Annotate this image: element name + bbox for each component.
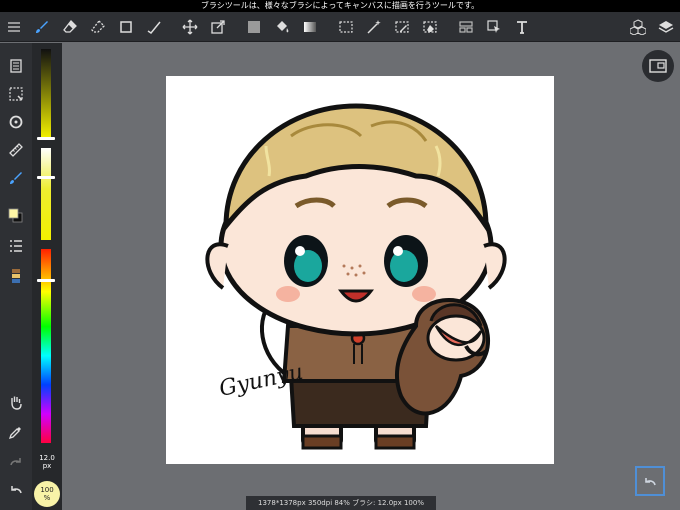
redo-icon [10,458,21,466]
brush-sliders: 12.0 px [32,43,62,510]
fullscreen-toggle-button[interactable] [642,50,674,82]
layers-icon [658,20,674,33]
rotate-button[interactable] [4,111,28,133]
hand-icon [11,396,22,410]
move-icon [182,19,198,34]
main-toolbar [0,12,680,42]
brush-size-readout: 12.0 px [34,454,60,470]
zoom-indicator[interactable]: 100 % [34,481,60,507]
document-icon [10,59,22,73]
select-icon [9,87,23,101]
brush-size-unit: px [42,462,52,470]
select-pen-icon [147,21,161,34]
gradient-icon [304,21,316,32]
brush-icon [10,172,22,184]
menu-button[interactable] [0,12,28,42]
fullscreen-icon [649,59,667,73]
panel-tool-button[interactable] [452,12,480,42]
hue-knob[interactable] [37,279,55,282]
rectangle-tool-button[interactable] [112,12,140,42]
select-eraser-icon [423,20,437,33]
fill-color-icon [248,20,260,33]
menu-icon [8,21,20,32]
undo-icon [11,486,22,494]
brush-size-value: 12.0 [39,454,55,462]
canvas-info-text: 1378*1378px 350dpi 84% ブラシ: 12.0px 100% [258,499,424,507]
zoom-value: 100 [40,486,54,494]
layer-list-button[interactable] [4,235,28,257]
color-swatch-button[interactable] [4,205,28,227]
list-icon [10,240,22,252]
drawing-canvas[interactable]: Gyunyu [166,76,554,464]
magic-wand-button[interactable] [360,12,388,42]
magic-wand-icon [367,19,381,34]
undo-button[interactable] [635,466,665,496]
undo-icon [645,478,656,486]
zoom-unit: % [43,494,51,502]
rect-select-icon [339,20,353,33]
layers-button[interactable] [652,12,680,42]
palette-icon [12,269,20,283]
brush-size-knob[interactable] [37,137,55,140]
bucket-icon [277,20,289,32]
rect-select-button[interactable] [332,12,360,42]
left-sidebar [0,43,32,510]
brush-icon [36,20,48,33]
rotate-icon [9,115,23,129]
transform-icon [211,19,225,34]
artwork-illustration: Gyunyu [205,103,507,450]
canvas-info-button[interactable] [4,55,28,77]
medibang-paint-app: ブラシツールは、様々なブラシによってキャンバスに描画を行うツールです。 12.0… [0,0,680,510]
brush-settings-button[interactable] [4,167,28,189]
eyedropper-button[interactable] [4,421,28,443]
select-pen-icon [395,20,409,33]
fill-color-button[interactable] [240,12,268,42]
brush-tool-button[interactable] [28,12,56,42]
blur-tool-button[interactable] [84,12,112,42]
eraser-icon [63,19,77,33]
opacity-slider[interactable] [37,148,55,240]
hue-slider[interactable] [37,249,55,443]
canvas-info-bar: 1378*1378px 350dpi 84% ブラシ: 12.0px 100% [246,496,436,510]
select-move-button[interactable] [480,12,508,42]
select-move-icon [487,19,500,33]
tool-hint-text: ブラシツールは、様々なブラシによってキャンバスに描画を行うツールです。 [200,1,480,10]
opacity-knob[interactable] [37,176,55,179]
rect-icon [120,20,132,33]
gradient-tool-button[interactable] [296,12,324,42]
ruler-button[interactable] [4,139,28,161]
selection-pen-button[interactable] [140,12,168,42]
ruler-icon [9,143,23,157]
palette-button[interactable] [4,265,28,287]
tool-hint-bar: ブラシツールは、様々なブラシによってキャンバスに描画を行うツールです。 [0,0,680,12]
color-swatch-icon [8,208,23,223]
undo-sidebar-button[interactable] [4,479,28,501]
materials-icon [630,18,646,35]
panel-icon [459,20,473,33]
hand-tool-button[interactable] [4,391,28,413]
materials-button[interactable] [624,12,652,42]
transform-tool-button[interactable] [204,12,232,42]
redo-button[interactable] [4,451,28,473]
selection-menu-button[interactable] [4,83,28,105]
blur-icon [91,19,105,33]
text-tool-button[interactable] [508,12,536,42]
move-tool-button[interactable] [176,12,204,42]
selection-eraser-button[interactable] [416,12,444,42]
selection-pen-tool-button[interactable] [388,12,416,42]
bucket-tool-button[interactable] [268,12,296,42]
eyedropper-icon [8,427,21,440]
text-icon [517,20,527,34]
eraser-tool-button[interactable] [56,12,84,42]
brush-size-slider[interactable] [37,49,55,140]
